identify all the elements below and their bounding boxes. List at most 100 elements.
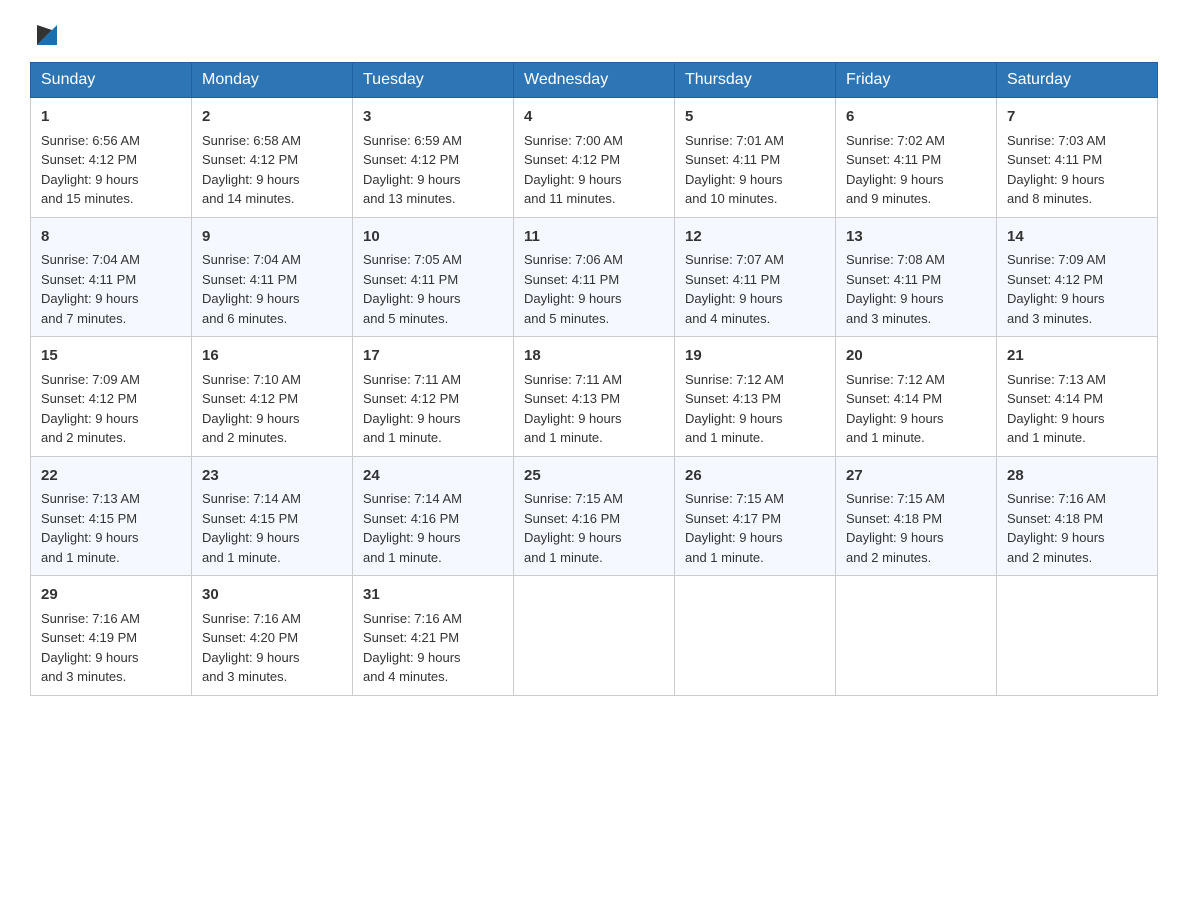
calendar-cell: 7 Sunrise: 7:03 AMSunset: 4:11 PMDaylight…: [997, 98, 1158, 218]
calendar-cell: 15Sunrise: 7:09 AMSunset: 4:12 PMDayligh…: [31, 337, 192, 457]
day-number: 27: [846, 465, 986, 488]
day-number: 26: [685, 465, 825, 488]
sunrise-text: Sunrise: 7:14 AMSunset: 4:16 PMDaylight:…: [363, 491, 462, 565]
day-number: 18: [524, 345, 664, 368]
calendar-cell: 24 Sunrise: 7:14 AMSunset: 4:16 PMDayligh…: [353, 456, 514, 576]
day-number: 11: [524, 226, 664, 249]
calendar-cell: 21 Sunrise: 7:13 AMSunset: 4:14 PMDayligh…: [997, 337, 1158, 457]
calendar-cell: 20 Sunrise: 7:12 AMSunset: 4:14 PMDayligh…: [836, 337, 997, 457]
sunrise-text: Sunrise: 7:10 AMSunset: 4:12 PMDaylight:…: [202, 372, 301, 446]
calendar-cell: 1 Sunrise: 6:56 AMSunset: 4:12 PMDaylight…: [31, 98, 192, 218]
sunrise-text: Sunrise: 7:01 AMSunset: 4:11 PMDaylight:…: [685, 133, 784, 207]
header-thursday: Thursday: [675, 63, 836, 98]
sunrise-text: Sunrise: 6:56 AMSunset: 4:12 PMDaylight:…: [41, 133, 140, 207]
day-number: 30: [202, 584, 342, 607]
calendar-cell: 18 Sunrise: 7:11 AMSunset: 4:13 PMDayligh…: [514, 337, 675, 457]
sunrise-text: Sunrise: 7:15 AMSunset: 4:17 PMDaylight:…: [685, 491, 784, 565]
day-number: 10: [363, 226, 503, 249]
calendar-cell: 3 Sunrise: 6:59 AMSunset: 4:12 PMDaylight…: [353, 98, 514, 218]
sunrise-text: Sunrise: 6:58 AMSunset: 4:12 PMDaylight:…: [202, 133, 301, 207]
sunrise-text: Sunrise: 7:16 AMSunset: 4:21 PMDaylight:…: [363, 611, 462, 685]
calendar-cell: 16 Sunrise: 7:10 AMSunset: 4:12 PMDayligh…: [192, 337, 353, 457]
calendar-cell: 8Sunrise: 7:04 AMSunset: 4:11 PMDaylight…: [31, 217, 192, 337]
calendar-cell: 30 Sunrise: 7:16 AMSunset: 4:20 PMDayligh…: [192, 576, 353, 696]
sunrise-text: Sunrise: 7:15 AMSunset: 4:18 PMDaylight:…: [846, 491, 945, 565]
calendar-cell: 28 Sunrise: 7:16 AMSunset: 4:18 PMDayligh…: [997, 456, 1158, 576]
header-tuesday: Tuesday: [353, 63, 514, 98]
day-number: 13: [846, 226, 986, 249]
calendar-cell: 22Sunrise: 7:13 AMSunset: 4:15 PMDayligh…: [31, 456, 192, 576]
day-number: 2: [202, 106, 342, 129]
day-number: 14: [1007, 226, 1147, 249]
day-number: 1: [41, 106, 181, 129]
header-row: SundayMondayTuesdayWednesdayThursdayFrid…: [31, 63, 1158, 98]
sunrise-text: Sunrise: 7:02 AMSunset: 4:11 PMDaylight:…: [846, 133, 945, 207]
calendar-cell: 27 Sunrise: 7:15 AMSunset: 4:18 PMDayligh…: [836, 456, 997, 576]
header-monday: Monday: [192, 63, 353, 98]
calendar-cell: 4 Sunrise: 7:00 AMSunset: 4:12 PMDaylight…: [514, 98, 675, 218]
sunrise-text: Sunrise: 7:15 AMSunset: 4:16 PMDaylight:…: [524, 491, 623, 565]
sunrise-text: Sunrise: 7:16 AMSunset: 4:19 PMDaylight:…: [41, 611, 140, 685]
day-number: 5: [685, 106, 825, 129]
day-number: 29: [41, 584, 181, 607]
day-number: 23: [202, 465, 342, 488]
calendar-cell: 14 Sunrise: 7:09 AMSunset: 4:12 PMDayligh…: [997, 217, 1158, 337]
header-wednesday: Wednesday: [514, 63, 675, 98]
sunrise-text: Sunrise: 6:59 AMSunset: 4:12 PMDaylight:…: [363, 133, 462, 207]
day-number: 16: [202, 345, 342, 368]
calendar-cell: 12 Sunrise: 7:07 AMSunset: 4:11 PMDayligh…: [675, 217, 836, 337]
day-number: 4: [524, 106, 664, 129]
sunrise-text: Sunrise: 7:12 AMSunset: 4:14 PMDaylight:…: [846, 372, 945, 446]
sunrise-text: Sunrise: 7:16 AMSunset: 4:20 PMDaylight:…: [202, 611, 301, 685]
sunrise-text: Sunrise: 7:11 AMSunset: 4:12 PMDaylight:…: [363, 372, 461, 446]
calendar-cell: 2 Sunrise: 6:58 AMSunset: 4:12 PMDaylight…: [192, 98, 353, 218]
day-number: 31: [363, 584, 503, 607]
day-number: 12: [685, 226, 825, 249]
sunrise-text: Sunrise: 7:04 AMSunset: 4:11 PMDaylight:…: [202, 252, 301, 326]
day-number: 25: [524, 465, 664, 488]
calendar-cell: [997, 576, 1158, 696]
sunrise-text: Sunrise: 7:00 AMSunset: 4:12 PMDaylight:…: [524, 133, 623, 207]
header-friday: Friday: [836, 63, 997, 98]
header-saturday: Saturday: [997, 63, 1158, 98]
sunrise-text: Sunrise: 7:14 AMSunset: 4:15 PMDaylight:…: [202, 491, 301, 565]
sunrise-text: Sunrise: 7:09 AMSunset: 4:12 PMDaylight:…: [1007, 252, 1106, 326]
header-sunday: Sunday: [31, 63, 192, 98]
sunrise-text: Sunrise: 7:13 AMSunset: 4:14 PMDaylight:…: [1007, 372, 1106, 446]
sunrise-text: Sunrise: 7:11 AMSunset: 4:13 PMDaylight:…: [524, 372, 622, 446]
day-number: 7: [1007, 106, 1147, 129]
day-number: 24: [363, 465, 503, 488]
calendar-table: SundayMondayTuesdayWednesdayThursdayFrid…: [30, 62, 1158, 696]
day-number: 15: [41, 345, 181, 368]
calendar-cell: 17 Sunrise: 7:11 AMSunset: 4:12 PMDayligh…: [353, 337, 514, 457]
calendar-cell: [836, 576, 997, 696]
week-row-2: 8 Sunrise: 7:04 AMSunset: 4:11 PMDaylight…: [31, 217, 1158, 337]
calendar-cell: 11 Sunrise: 7:06 AMSunset: 4:11 PMDayligh…: [514, 217, 675, 337]
calendar-cell: 19Sunrise: 7:12 AMSunset: 4:13 PMDayligh…: [675, 337, 836, 457]
day-number: 21: [1007, 345, 1147, 368]
week-row-4: 22Sunrise: 7:13 AMSunset: 4:15 PMDayligh…: [31, 456, 1158, 576]
logo: [30, 20, 62, 44]
day-number: 22: [41, 465, 181, 488]
page-header: [30, 20, 1158, 44]
day-number: 3: [363, 106, 503, 129]
day-number: 6: [846, 106, 986, 129]
sunrise-text: Sunrise: 7:03 AMSunset: 4:11 PMDaylight:…: [1007, 133, 1106, 207]
day-number: 28: [1007, 465, 1147, 488]
day-number: 8: [41, 226, 181, 249]
calendar-cell: [514, 576, 675, 696]
day-number: 17: [363, 345, 503, 368]
day-number: 9: [202, 226, 342, 249]
calendar-cell: 9 Sunrise: 7:04 AMSunset: 4:11 PMDaylight…: [192, 217, 353, 337]
sunrise-text: Sunrise: 7:16 AMSunset: 4:18 PMDaylight:…: [1007, 491, 1106, 565]
calendar-cell: 10Sunrise: 7:05 AMSunset: 4:11 PMDayligh…: [353, 217, 514, 337]
calendar-cell: 25 Sunrise: 7:15 AMSunset: 4:16 PMDayligh…: [514, 456, 675, 576]
calendar-cell: 23 Sunrise: 7:14 AMSunset: 4:15 PMDayligh…: [192, 456, 353, 576]
week-row-3: 15Sunrise: 7:09 AMSunset: 4:12 PMDayligh…: [31, 337, 1158, 457]
sunrise-text: Sunrise: 7:12 AMSunset: 4:13 PMDaylight:…: [685, 372, 784, 446]
calendar-cell: 31 Sunrise: 7:16 AMSunset: 4:21 PMDayligh…: [353, 576, 514, 696]
sunrise-text: Sunrise: 7:07 AMSunset: 4:11 PMDaylight:…: [685, 252, 784, 326]
calendar-cell: 29 Sunrise: 7:16 AMSunset: 4:19 PMDayligh…: [31, 576, 192, 696]
day-number: 20: [846, 345, 986, 368]
sunrise-text: Sunrise: 7:06 AMSunset: 4:11 PMDaylight:…: [524, 252, 623, 326]
